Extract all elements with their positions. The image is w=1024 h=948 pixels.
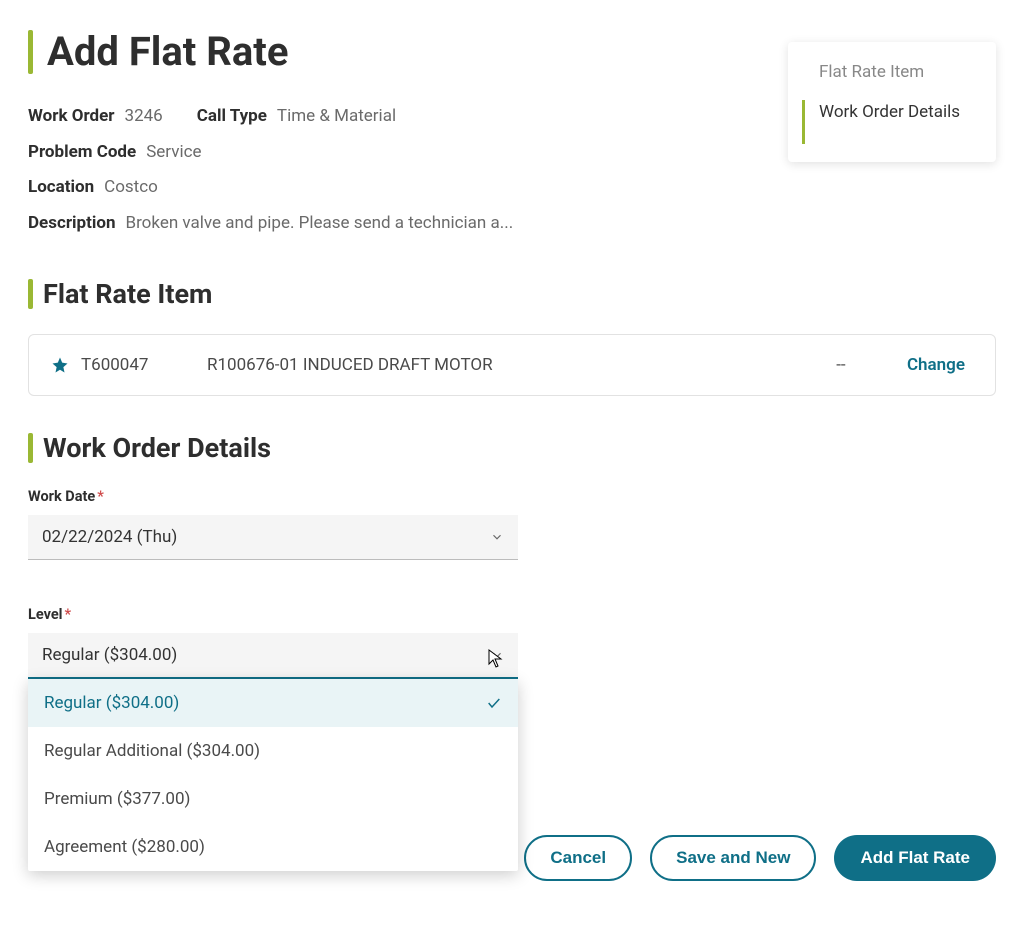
cancel-button[interactable]: Cancel xyxy=(524,835,632,881)
meta-value: Service xyxy=(146,135,201,171)
level-option-regular[interactable]: Regular ($304.00) xyxy=(28,679,518,727)
meta-location: Location Costco xyxy=(28,170,748,206)
change-link[interactable]: Change xyxy=(883,355,973,375)
item-code: T600047 xyxy=(81,355,177,375)
meta-work-order: Work Order 3246 xyxy=(28,99,163,135)
level-label: Level* xyxy=(28,606,518,623)
option-label: Agreement ($280.00) xyxy=(44,837,205,857)
item-description: R100676-01 INDUCED DRAFT MOTOR xyxy=(189,355,799,375)
level-option-regular-additional[interactable]: Regular Additional ($304.00) xyxy=(28,727,518,775)
meta-value: Broken valve and pipe. Please send a tec… xyxy=(125,206,513,242)
chevron-down-icon xyxy=(490,530,504,544)
section-title-row: Work Order Details xyxy=(28,432,996,464)
meta-value: Costco xyxy=(104,170,158,206)
work-date-select[interactable]: 02/22/2024 (Thu) xyxy=(28,515,518,560)
work-date-value: 02/22/2024 (Thu) xyxy=(42,527,177,547)
add-flat-rate-button[interactable]: Add Flat Rate xyxy=(834,835,996,881)
required-asterisk: * xyxy=(97,488,104,505)
level-field: Level* Regular ($304.00) Regular ($304.0… xyxy=(28,606,518,871)
nav-item-label: Flat Rate Item xyxy=(819,60,924,84)
meta-label: Location xyxy=(28,170,94,206)
section-nav-card: Flat Rate Item Work Order Details xyxy=(788,42,996,162)
section-title-row: Flat Rate Item xyxy=(28,278,996,310)
nav-item-label: Work Order Details xyxy=(819,100,960,124)
meta-label: Problem Code xyxy=(28,135,136,171)
nav-item-flat-rate-item[interactable]: Flat Rate Item xyxy=(788,52,996,92)
work-date-field: Work Date* 02/22/2024 (Thu) xyxy=(28,488,518,560)
option-label: Regular Additional ($304.00) xyxy=(44,741,260,761)
accent-bar xyxy=(28,30,33,74)
option-label: Regular ($304.00) xyxy=(44,693,179,713)
meta-value: 3246 xyxy=(125,99,163,135)
meta-label: Call Type xyxy=(197,99,267,135)
check-icon xyxy=(486,695,502,711)
accent-bar xyxy=(802,100,805,144)
save-and-new-button[interactable]: Save and New xyxy=(650,835,816,881)
meta-grid: Work Order 3246 Call Type Time & Materia… xyxy=(28,99,748,242)
level-value: Regular ($304.00) xyxy=(42,645,177,665)
level-select[interactable]: Regular ($304.00) xyxy=(28,633,518,679)
level-dropdown: Regular ($304.00) Regular Additional ($3… xyxy=(28,679,518,871)
section-title-flat-rate-item: Flat Rate Item xyxy=(43,278,212,310)
meta-value: Time & Material xyxy=(277,99,396,135)
level-option-premium[interactable]: Premium ($377.00) xyxy=(28,775,518,823)
footer-actions: Cancel Save and New Add Flat Rate xyxy=(524,835,996,881)
label-text: Level xyxy=(28,606,63,623)
item-dash: -- xyxy=(811,355,871,375)
meta-call-type: Call Type Time & Material xyxy=(197,99,396,135)
meta-label: Work Order xyxy=(28,99,115,135)
required-asterisk: * xyxy=(65,606,72,623)
star-icon xyxy=(51,356,69,374)
accent-bar xyxy=(28,279,33,309)
meta-label: Description xyxy=(28,206,115,242)
chevron-down-icon xyxy=(490,648,504,662)
page-title: Add Flat Rate xyxy=(47,28,288,75)
accent-bar xyxy=(28,433,33,463)
level-option-agreement[interactable]: Agreement ($280.00) xyxy=(28,823,518,871)
section-title-work-order-details: Work Order Details xyxy=(43,432,271,464)
work-date-label: Work Date* xyxy=(28,488,518,505)
label-text: Work Date xyxy=(28,488,95,505)
flat-rate-item-card: T600047 R100676-01 INDUCED DRAFT MOTOR -… xyxy=(28,334,996,396)
nav-item-work-order-details[interactable]: Work Order Details xyxy=(788,92,996,152)
meta-description: Description Broken valve and pipe. Pleas… xyxy=(28,206,748,242)
meta-problem-code: Problem Code Service xyxy=(28,135,748,171)
option-label: Premium ($377.00) xyxy=(44,789,190,809)
